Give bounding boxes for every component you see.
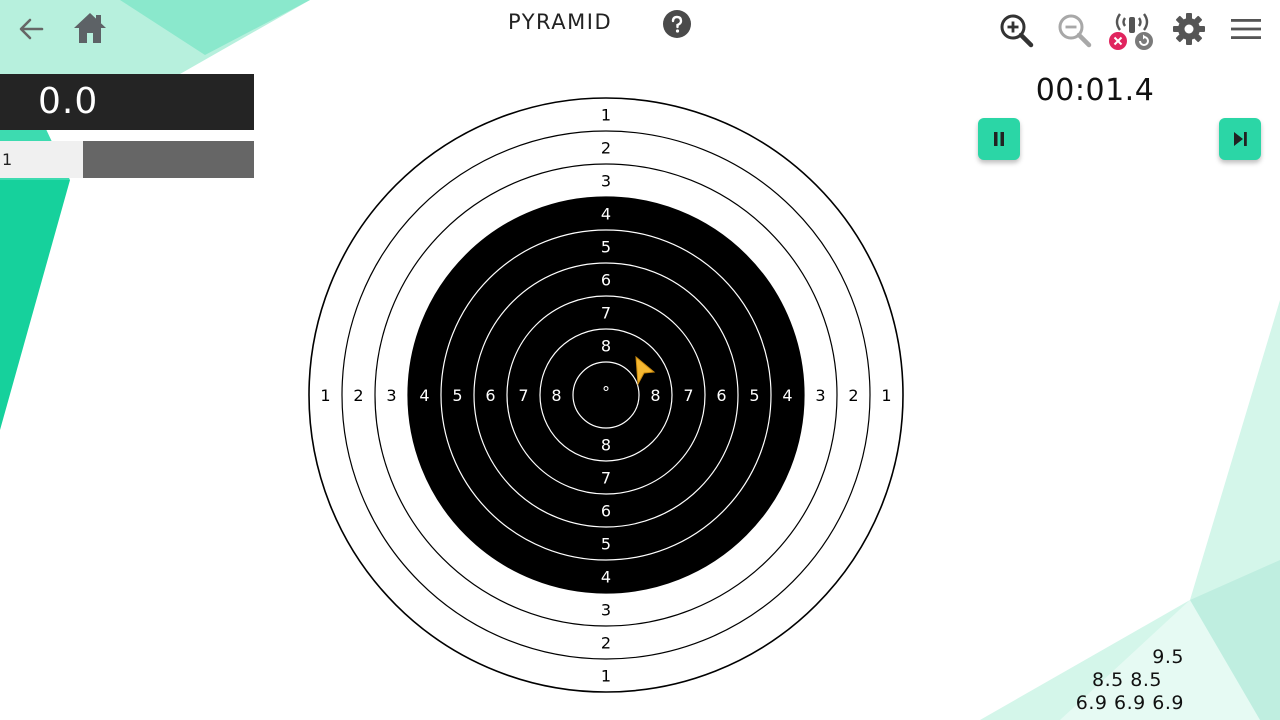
ring-label-6: 6 (716, 386, 726, 405)
session-timer: 00:01.4 (1035, 73, 1155, 108)
ring-label-1: 1 (601, 106, 611, 125)
ring-label-5: 5 (601, 535, 611, 554)
home-button[interactable] (70, 8, 110, 48)
shot-number: 1 (0, 141, 83, 178)
zoom-in-button[interactable] (996, 10, 1036, 50)
ring-label-4: 4 (601, 205, 611, 224)
ring-label-8: 8 (601, 337, 611, 356)
ring-label-4: 4 (419, 386, 429, 405)
ring-label-1: 1 (601, 667, 611, 686)
next-button[interactable] (1219, 118, 1261, 160)
ring-label-7: 7 (518, 386, 528, 405)
recent-score-row-3: 6.9 6.9 6.9 (1075, 692, 1184, 714)
ring-label-8: 8 (551, 386, 561, 405)
recent-score-row-2: 8.5 8.5 (1092, 669, 1162, 691)
sensor-status-button[interactable] (1106, 8, 1158, 54)
help-button[interactable] (661, 8, 693, 40)
hamburger-menu-icon (1231, 19, 1261, 39)
app-title: PYRAMID (508, 10, 613, 34)
total-score: 0.0 (38, 81, 99, 122)
ring-label-2: 2 (353, 386, 363, 405)
ring-label-4: 4 (782, 386, 792, 405)
pause-icon (994, 132, 1004, 146)
settings-button[interactable] (1170, 10, 1208, 48)
ring-label-1: 1 (881, 386, 891, 405)
ring-label-8: 8 (601, 436, 611, 455)
ring-label-2: 2 (848, 386, 858, 405)
ring-label-2: 2 (601, 139, 611, 158)
ring-label-8: 8 (650, 386, 660, 405)
ring-label-7: 7 (601, 304, 611, 323)
ring-label-7: 7 (601, 469, 611, 488)
ring-label-5: 5 (601, 238, 611, 257)
ring-label-6: 6 (485, 386, 495, 405)
ring-label-3: 3 (386, 386, 396, 405)
gear-icon (1173, 13, 1205, 45)
total-score-panel: 0.0 (0, 74, 254, 130)
shot-row: 1 (0, 141, 254, 178)
zoom-in-icon (1000, 14, 1034, 48)
ring-label-1: 1 (320, 386, 330, 405)
skip-next-icon (1234, 132, 1247, 146)
shooting-target[interactable]: 1 1 1 1 2 2 2 2 3 3 3 3 4 4 4 4 5 5 5 5 6 6 6 6 7 7 7 7 8 8 8 8 ° (290, 80, 922, 710)
ring-label-6: 6 (601, 271, 611, 290)
recent-score-row-1: 9.5 (1152, 646, 1184, 668)
ring-label-7: 7 (683, 386, 693, 405)
menu-button[interactable] (1226, 10, 1266, 48)
ring-label-6: 6 (601, 502, 611, 521)
ring-label-4: 4 (601, 568, 611, 587)
home-icon (74, 13, 106, 43)
ring-label-3: 3 (815, 386, 825, 405)
arrow-left-icon (19, 18, 44, 40)
zoom-out-button[interactable] (1054, 10, 1094, 50)
ring-label-5: 5 (452, 386, 462, 405)
ring-label-3: 3 (601, 601, 611, 620)
ring-label-2: 2 (601, 634, 611, 653)
pause-button[interactable] (978, 118, 1020, 160)
ring-label-5: 5 (749, 386, 759, 405)
zoom-out-icon (1058, 14, 1092, 48)
help-circle-icon (663, 10, 691, 38)
sensor-disconnected-icon (1109, 13, 1153, 50)
shot-score-bar (83, 141, 254, 178)
center-mark: ° (602, 383, 610, 402)
back-button[interactable] (12, 10, 50, 48)
ring-label-3: 3 (601, 172, 611, 191)
